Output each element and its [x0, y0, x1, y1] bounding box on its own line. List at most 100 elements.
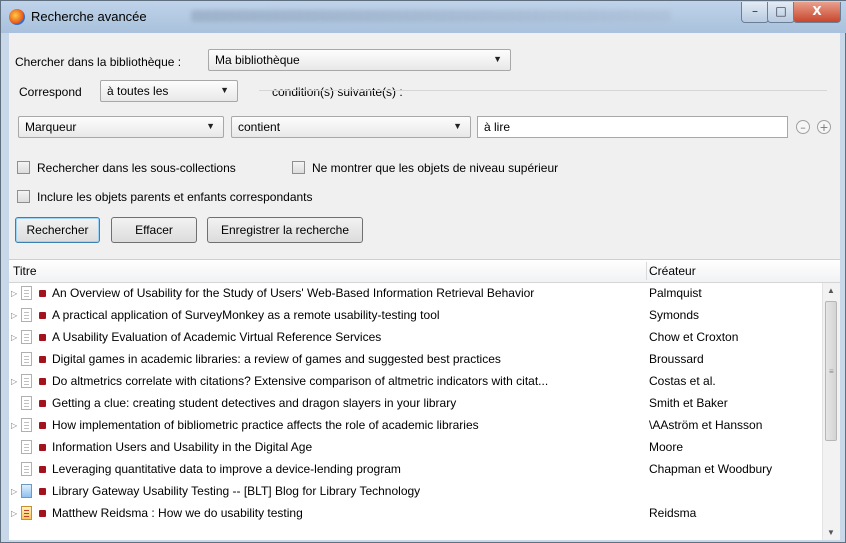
item-title: A practical application of SurveyMonkey … — [52, 308, 440, 322]
item-title: Leveraging quantitative data to improve … — [52, 462, 401, 476]
expand-twisty-icon[interactable]: ▷ — [11, 289, 17, 298]
item-creator: Chapman et Woodbury — [649, 462, 773, 476]
list-item[interactable]: ▷ How implementation of bibliometric prac… — [9, 415, 821, 437]
expand-twisty-icon[interactable]: ▷ — [11, 509, 17, 518]
condition-value-text: à lire — [484, 120, 511, 134]
document-icon — [21, 440, 32, 454]
item-creator: Smith et Baker — [649, 396, 728, 410]
save-search-button[interactable]: Enregistrer la recherche — [207, 217, 363, 243]
column-separator[interactable] — [646, 262, 647, 280]
expand-twisty-icon[interactable]: ▷ — [11, 421, 17, 430]
list-item[interactable]: ▷ An Overview of Usability for the Study … — [9, 283, 821, 305]
condition-value-input[interactable]: à lire — [477, 116, 788, 138]
list-item[interactable]: ▷ A practical application of SurveyMonkey… — [9, 305, 821, 327]
colored-tag-icon — [39, 510, 46, 517]
minimize-button[interactable]: – — [741, 2, 769, 23]
item-creator: Reidsma — [649, 506, 697, 520]
column-creator[interactable]: Créateur — [649, 264, 696, 278]
condition-operator-value: contient — [238, 120, 281, 134]
close-button[interactable]: X — [793, 2, 841, 23]
scroll-up-icon[interactable]: ▲ — [827, 286, 835, 295]
column-title[interactable]: Titre — [13, 264, 37, 278]
list-item[interactable]: Getting a clue: creating student detecti… — [9, 393, 821, 415]
colored-tag-icon — [39, 312, 46, 319]
conditions-divider — [259, 90, 827, 91]
scroll-down-icon[interactable]: ▼ — [827, 528, 835, 537]
grip-icon: ≡ — [829, 367, 834, 376]
item-creator: \AAström et Hansson — [649, 418, 763, 432]
parents-children-label: Inclure les objets parents et enfants co… — [37, 190, 313, 204]
document-icon — [21, 286, 32, 300]
item-creator: Moore — [649, 440, 684, 454]
blurred-background-title — [191, 10, 671, 22]
expand-twisty-icon[interactable]: ▷ — [11, 487, 17, 496]
colored-tag-icon — [39, 422, 46, 429]
advanced-search-window: Recherche avancée – □ X Chercher dans la… — [0, 0, 846, 543]
search-panel: Chercher dans la bibliothèque : Ma bibli… — [9, 33, 840, 540]
item-creator: Costas et al. — [649, 374, 716, 388]
item-title: An Overview of Usability for the Study o… — [52, 286, 535, 300]
colored-tag-icon — [39, 290, 46, 297]
item-title: Information Users and Usability in the D… — [52, 440, 313, 454]
blog-post-icon — [21, 506, 32, 520]
search-button[interactable]: Rechercher — [15, 217, 100, 243]
colored-tag-icon — [39, 400, 46, 407]
match-select-value: à toutes les — [107, 84, 169, 98]
add-condition-button[interactable]: + — [817, 120, 831, 134]
document-icon — [21, 418, 32, 432]
colored-tag-icon — [39, 466, 46, 473]
column-header: Titre Créateur — [9, 260, 840, 283]
colored-tag-icon — [39, 378, 46, 385]
top-level-label: Ne montrer que les objets de niveau supé… — [312, 161, 559, 175]
list-item[interactable]: ▷ A Usability Evaluation of Academic Virt… — [9, 327, 821, 349]
match-select[interactable]: à toutes les ▼ — [100, 80, 238, 102]
subcollections-checkbox[interactable] — [17, 161, 30, 174]
colored-tag-icon — [39, 488, 46, 495]
document-icon — [21, 352, 32, 366]
expand-twisty-icon[interactable]: ▷ — [11, 377, 17, 386]
condition-field-value: Marqueur — [25, 120, 77, 134]
condition-operator-select[interactable]: contient ▼ — [231, 116, 471, 138]
item-title: Do altmetrics correlate with citations? … — [52, 374, 549, 388]
library-select-value: Ma bibliothèque — [215, 53, 300, 67]
document-icon — [21, 308, 32, 322]
colored-tag-icon — [39, 444, 46, 451]
expand-twisty-icon[interactable]: ▷ — [11, 311, 17, 320]
chevron-down-icon: ▼ — [220, 85, 229, 95]
item-title: Library Gateway Usability Testing -- [BL… — [52, 484, 421, 498]
list-item[interactable]: Information Users and Usability in the D… — [9, 437, 821, 459]
firefox-icon — [9, 9, 25, 25]
clear-button[interactable]: Effacer — [111, 217, 197, 243]
library-label: Chercher dans la bibliothèque : — [15, 55, 182, 69]
expand-twisty-icon[interactable]: ▷ — [11, 333, 17, 342]
item-creator: Palmquist — [649, 286, 702, 300]
top-level-checkbox[interactable] — [292, 161, 305, 174]
conditions-label: condition(s) suivante(s) : — [272, 85, 403, 99]
condition-field-select[interactable]: Marqueur ▼ — [18, 116, 224, 138]
chevron-down-icon: ▼ — [453, 121, 462, 131]
results-tree[interactable]: Titre Créateur ▷ An Overview of Usability… — [9, 259, 840, 540]
chevron-down-icon: ▼ — [493, 54, 502, 64]
list-item[interactable]: ▷ Library Gateway Usability Testing -- [B… — [9, 481, 821, 503]
library-select[interactable]: Ma bibliothèque ▼ — [208, 49, 511, 71]
document-icon — [21, 330, 32, 344]
title-bar[interactable]: Recherche avancée – □ X — [1, 1, 846, 33]
list-item[interactable]: ▷ Do altmetrics correlate with citations?… — [9, 371, 821, 393]
list-item[interactable]: Digital games in academic libraries: a r… — [9, 349, 821, 371]
document-icon — [21, 396, 32, 410]
maximize-button[interactable]: □ — [767, 2, 795, 23]
webpage-icon — [21, 484, 32, 498]
list-item[interactable]: Leveraging quantitative data to improve … — [9, 459, 821, 481]
window-title: Recherche avancée — [31, 9, 147, 24]
item-title: Matthew Reidsma : How we do usability te… — [52, 506, 303, 520]
list-item[interactable]: ▷ Matthew Reidsma : How we do usability t… — [9, 503, 821, 525]
item-title: How implementation of bibliometric pract… — [52, 418, 479, 432]
parents-children-checkbox[interactable] — [17, 190, 30, 203]
colored-tag-icon — [39, 334, 46, 341]
colored-tag-icon — [39, 356, 46, 363]
vertical-scrollbar[interactable]: ▲ ≡ ▼ — [822, 283, 840, 540]
subcollections-label: Rechercher dans les sous-collections — [37, 161, 236, 175]
remove-condition-button[interactable]: – — [796, 120, 810, 134]
item-title: A Usability Evaluation of Academic Virtu… — [52, 330, 382, 344]
scroll-thumb[interactable]: ≡ — [825, 301, 837, 441]
